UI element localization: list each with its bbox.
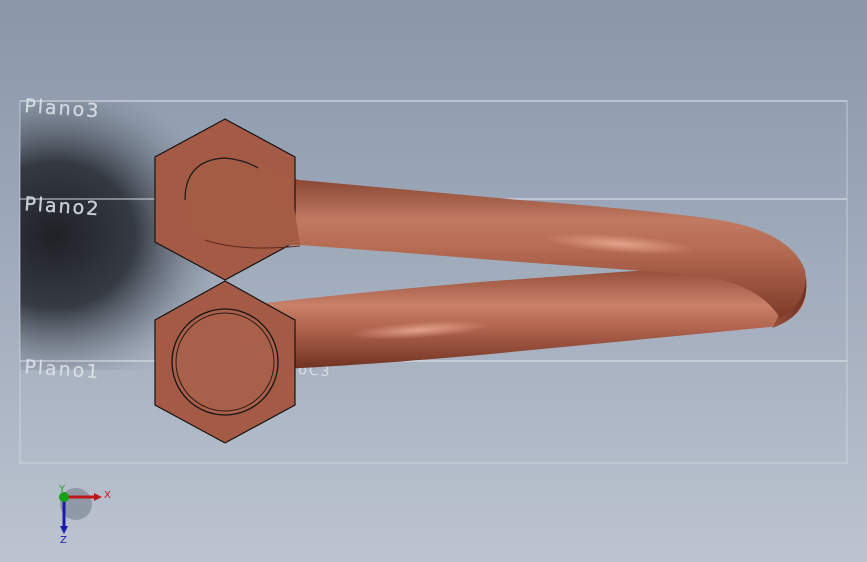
cad-3d-viewport[interactable]: Plano3 Plano2 Plano1 oC3 X Y Z [0,0,867,562]
model-view[interactable]: Plano3 Plano2 Plano1 oC3 [0,0,867,562]
z-axis-label: Z [60,535,67,546]
z-axis-head [60,526,68,534]
plane1-label: Plano1 [24,356,101,383]
orientation-triad[interactable]: X Y Z [48,482,128,552]
y-axis-label: Y [58,484,66,495]
x-axis-head [94,493,102,501]
x-axis-label: X [104,490,111,501]
pipe-bore-outer [171,308,279,416]
